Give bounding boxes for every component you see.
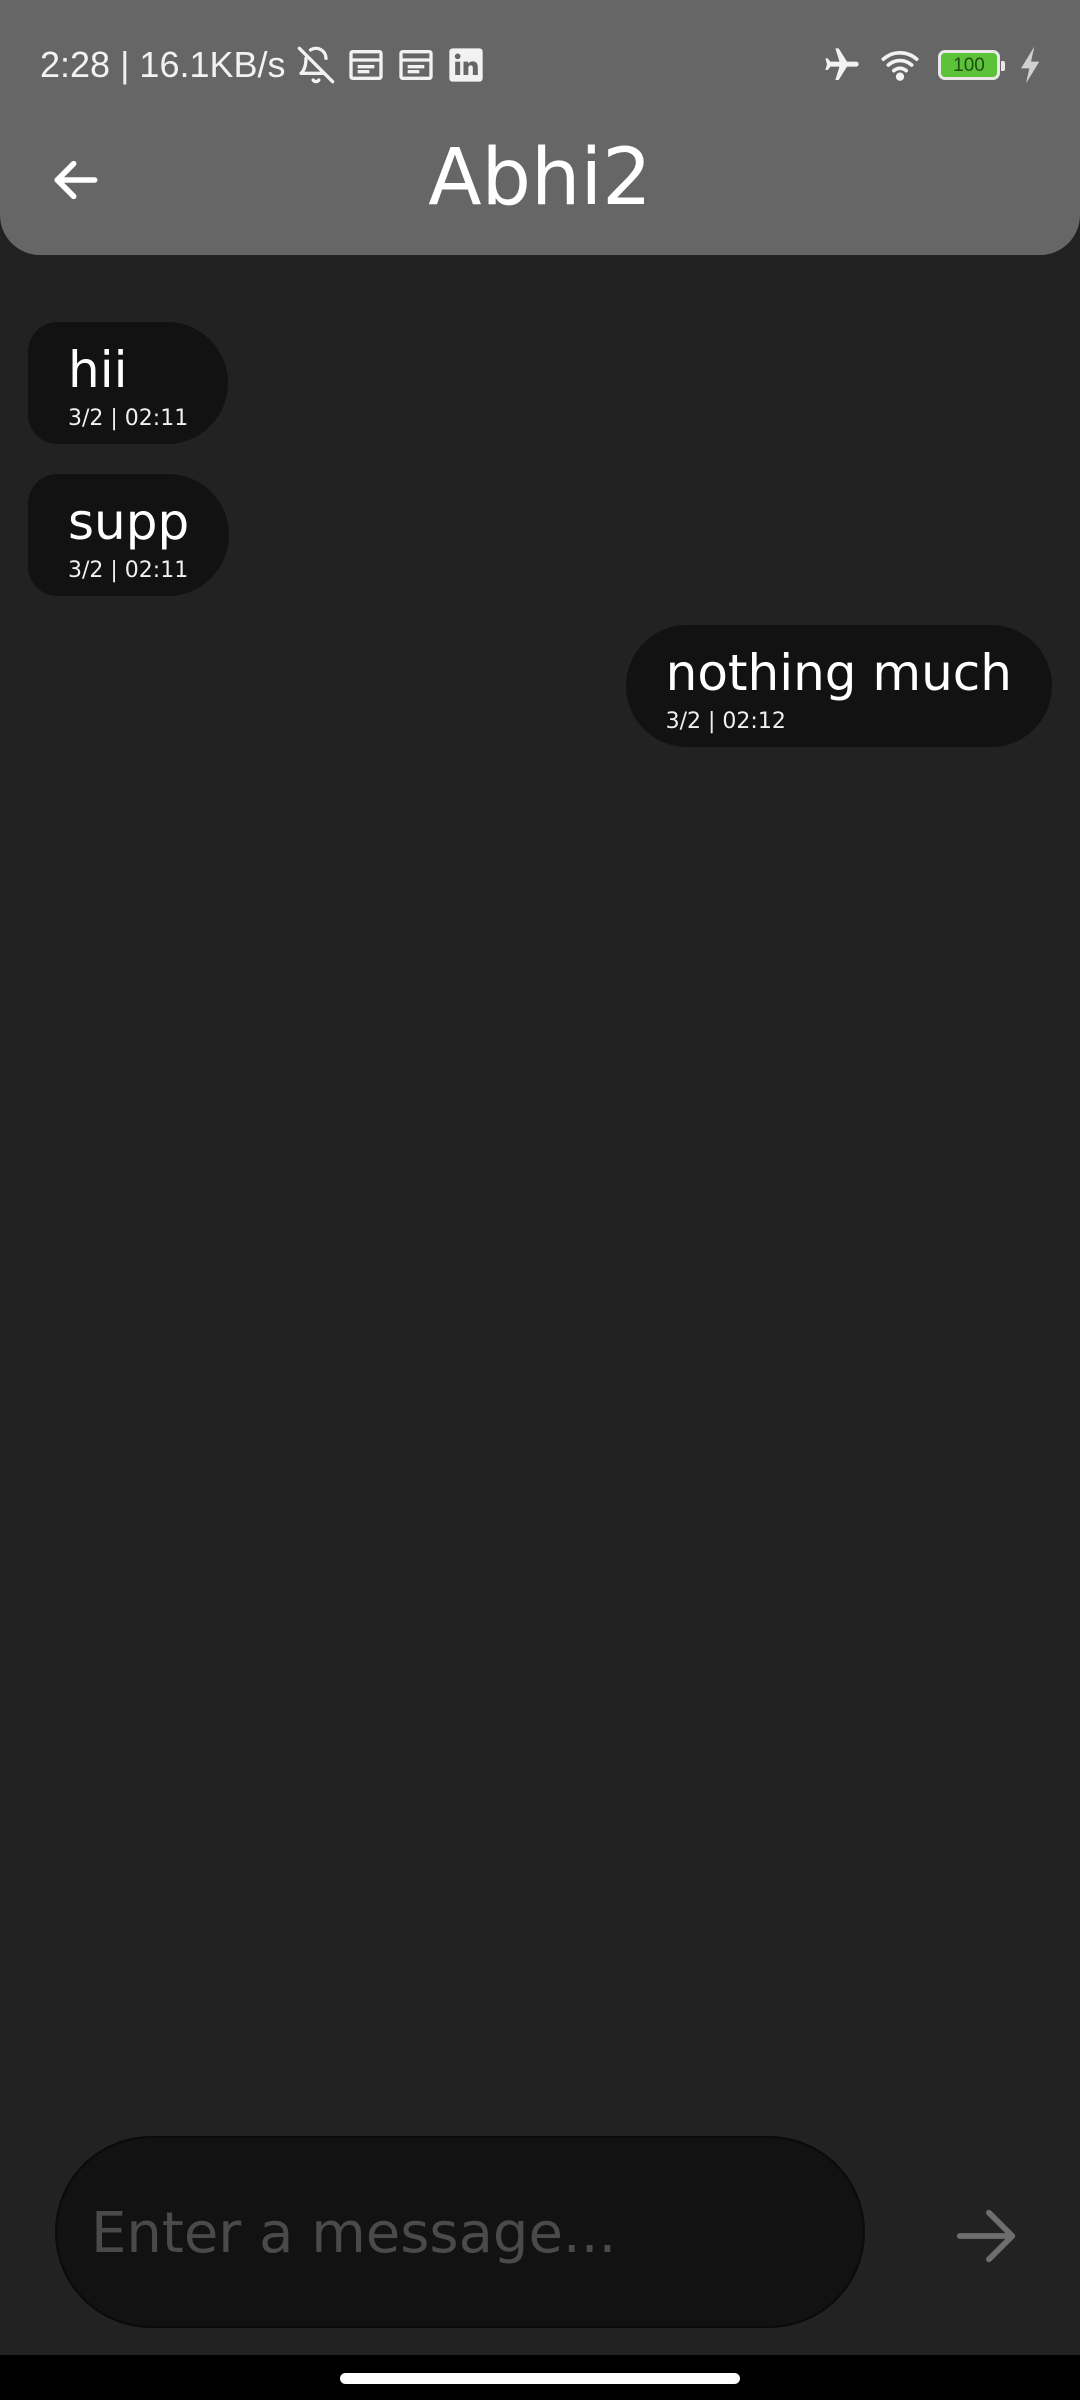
airplane-icon [822,45,862,85]
message-timestamp: 3/2 | 02:11 [68,406,189,431]
message-text: nothing much [665,644,1012,702]
battery-level: 100 [953,54,985,76]
navigation-bar [0,2355,1080,2400]
page-title: Abhi2 [428,133,652,223]
message-text: supp [68,493,190,551]
charging-icon [1018,45,1044,85]
send-button[interactable] [940,2190,1032,2282]
message-bubble-incoming[interactable]: hii 3/2 | 02:11 [28,322,229,444]
message-input[interactable] [89,2138,833,2328]
message-timestamp: 3/2 | 02:11 [68,558,189,583]
message-timestamp: 3/2 | 02:12 [665,709,786,734]
calendar-icon [346,45,386,85]
message-input-container [55,2136,865,2328]
calendar-icon [396,45,436,85]
status-time-speed: 2:28 | 16.1KB/s [40,44,286,85]
home-indicator[interactable] [340,2373,740,2384]
arrow-right-icon [956,2209,1016,2263]
linkedin-icon [446,45,486,85]
battery-icon: 100 [938,50,1005,80]
status-right: 100 [822,40,1044,90]
app-header: 2:28 | 16.1KB/s 100 Abhi2 [0,0,1080,255]
status-bar: 2:28 | 16.1KB/s 100 [0,0,1080,130]
message-bubble-outgoing[interactable]: nothing much 3/2 | 02:12 [625,625,1052,747]
chat-screen: 2:28 | 16.1KB/s 100 Abhi2 hii 3/2 | 02:1… [0,0,1080,2400]
wifi-icon [880,45,920,85]
bell-off-icon [296,45,336,85]
message-bubble-incoming[interactable]: supp 3/2 | 02:11 [28,474,230,596]
message-text: hii [68,341,128,399]
status-left: 2:28 | 16.1KB/s [40,40,486,90]
